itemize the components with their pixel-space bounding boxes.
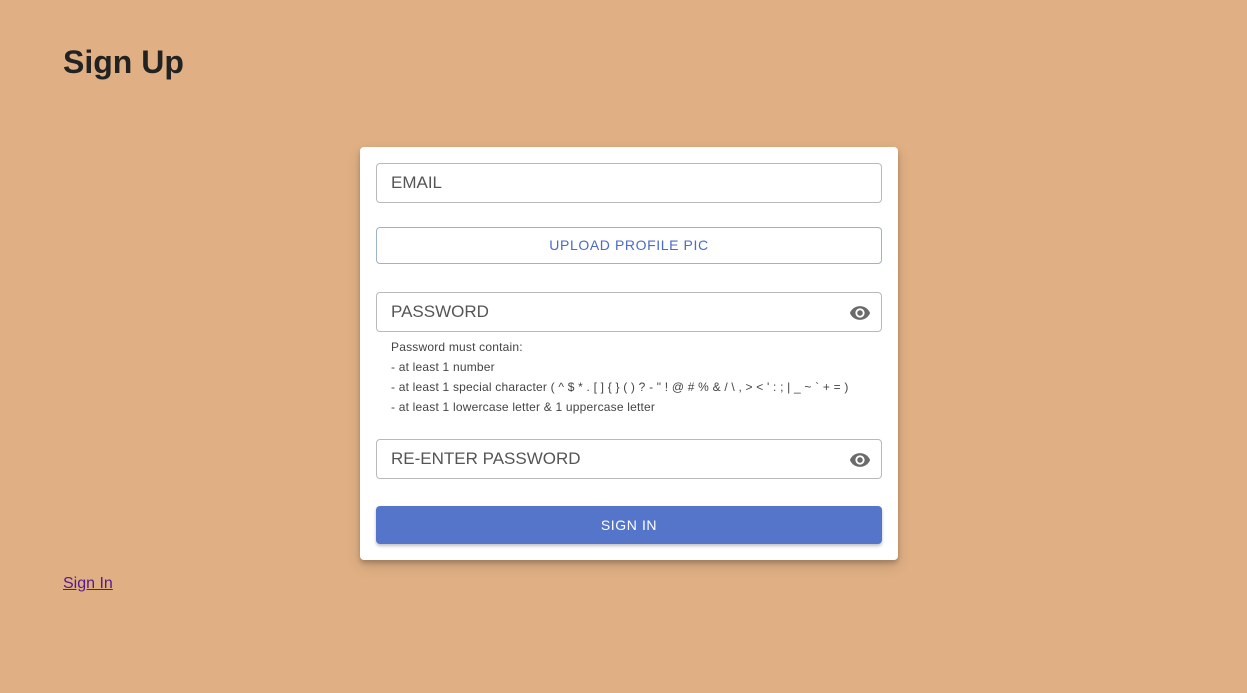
page-title: Sign Up	[63, 44, 184, 80]
signup-form-card: UPLOAD PROFILE PIC Password must contain…	[360, 147, 898, 560]
password-rule-special-character: - at least 1 special character ( ^ $ * .…	[391, 380, 849, 394]
password-requirements-heading: Password must contain:	[391, 340, 523, 354]
password-field-container	[376, 292, 882, 332]
password-input[interactable]	[377, 293, 881, 331]
reenter-password-input[interactable]	[377, 440, 881, 478]
email-field-container	[376, 163, 882, 203]
password-rule-number: - at least 1 number	[391, 360, 495, 374]
sign-in-link[interactable]: Sign In	[63, 575, 113, 593]
upload-profile-pic-button[interactable]: UPLOAD PROFILE PIC	[376, 227, 882, 264]
eye-icon[interactable]	[849, 302, 871, 324]
sign-in-button[interactable]: SIGN IN	[376, 506, 882, 544]
eye-icon[interactable]	[849, 449, 871, 471]
email-input[interactable]	[377, 164, 881, 202]
password-rule-case: - at least 1 lowercase letter & 1 upperc…	[391, 400, 656, 414]
reenter-password-field-container	[376, 439, 882, 479]
password-requirements: Password must contain: - at least 1 numb…	[391, 337, 881, 417]
